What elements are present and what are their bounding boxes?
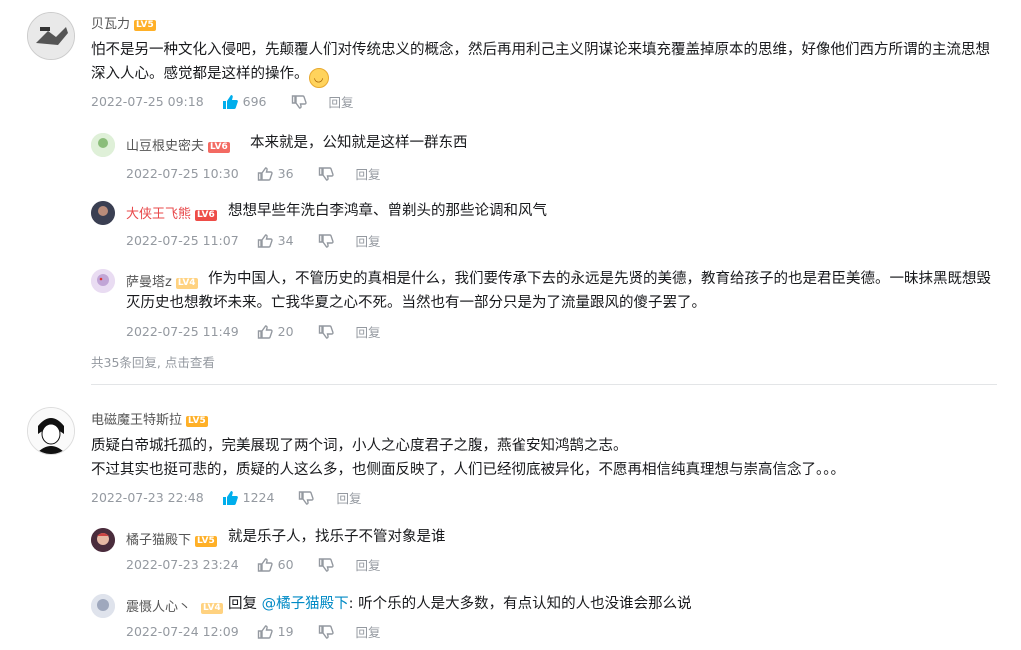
reply-meta: 2022-07-23 23:24 60 回复: [126, 555, 381, 574]
like-icon[interactable]: [257, 166, 273, 181]
username[interactable]: 贝瓦力 LV5: [91, 13, 156, 32]
username-text[interactable]: 电磁魔王特斯拉: [91, 413, 182, 428]
comment-meta: 2022-07-25 09:18 696 回复: [91, 92, 354, 111]
comment-line: 质疑白帝城托孤的，完美展现了两个词，小人之心度君子之腹，燕雀安知鸿鹄之志。: [91, 438, 628, 454]
reply-button[interactable]: 回复: [356, 555, 381, 574]
like-icon[interactable]: [257, 624, 273, 639]
timestamp: 2022-07-25 09:18: [91, 94, 204, 109]
avatar[interactable]: [27, 12, 75, 60]
dislike-icon[interactable]: [318, 624, 334, 639]
avatar[interactable]: [91, 594, 115, 618]
avatar[interactable]: [27, 407, 75, 455]
like-count: 696: [242, 94, 267, 109]
level-badge: LV5: [195, 536, 217, 547]
username[interactable]: 山豆根史密夫 LV6: [126, 135, 230, 154]
dislike-icon[interactable]: [318, 233, 334, 248]
level-badge: LV5: [134, 20, 156, 31]
comment-line: 不过其实也挺可悲的，质疑的人这么多，也侧面反映了，人们已经彻底被异化，不愿再相信…: [91, 462, 845, 478]
level-badge: LV6: [208, 142, 230, 153]
mention-link[interactable]: @橘子猫殿下: [262, 596, 349, 612]
like-icon[interactable]: [257, 233, 273, 248]
username-text[interactable]: 震慑人心丶: [126, 600, 191, 615]
avatar[interactable]: [91, 133, 115, 157]
timestamp: 2022-07-25 11:07: [126, 233, 239, 248]
username-text[interactable]: 橘子猫殿下: [126, 533, 191, 548]
emoji-icon: ◡: [308, 68, 329, 88]
dislike-icon[interactable]: [298, 490, 315, 505]
reply-meta: 2022-07-25 11:07 34 回复: [126, 231, 381, 250]
level-badge: LV6: [195, 210, 217, 221]
reply-button[interactable]: 回复: [356, 164, 381, 183]
comment-section: 贝瓦力 LV5 怕不是另一种文化入侵吧，先颠覆人们对传统忠义的概念，然后再用利己主…: [0, 0, 1021, 650]
like-count: 36: [277, 166, 294, 181]
username-text[interactable]: 山豆根史密夫: [126, 139, 204, 154]
comment-meta: 2022-07-23 22:48 1224 回复: [91, 488, 361, 507]
reply-button[interactable]: 回复: [329, 92, 354, 111]
timestamp: 2022-07-23 22:48: [91, 490, 204, 505]
comment-body: 怕不是另一种文化入侵吧，先颠覆人们对传统忠义的概念，然后再用利己主义阴谋论来填充…: [91, 42, 990, 82]
timestamp: 2022-07-24 12:09: [126, 624, 239, 639]
username[interactable]: 橘子猫殿下 LV5: [126, 529, 217, 548]
level-badge: LV5: [186, 416, 208, 427]
reply-meta: 2022-07-24 12:09 19 回复: [126, 622, 381, 641]
username[interactable]: 电磁魔王特斯拉 LV5: [91, 409, 208, 428]
reply-text: 作为中国人，不管历史的真相是什么，我们要传承下去的永远是先贤的美德，教育给孩子的…: [126, 271, 991, 311]
dislike-icon[interactable]: [291, 94, 307, 109]
like-icon[interactable]: [257, 557, 273, 572]
reply-meta: 2022-07-25 11:49 20 回复: [126, 322, 381, 341]
username[interactable]: 大侠王飞熊 LV6: [126, 203, 217, 222]
username[interactable]: 震慑人心丶 LV4: [126, 596, 223, 615]
like-count: 60: [277, 557, 294, 572]
reply-body: : 听个乐的人是大多数，有点认知的人也没谁会那么说: [348, 596, 692, 612]
reply-text: 想想早些年洗白李鸿章、曾剃头的那些论调和风气: [228, 203, 547, 219]
timestamp: 2022-07-25 10:30: [126, 166, 239, 181]
like-icon[interactable]: [222, 490, 238, 505]
dislike-icon[interactable]: [318, 557, 334, 572]
avatar[interactable]: [91, 528, 115, 552]
level-badge: LV4: [201, 603, 223, 614]
reply-meta: 2022-07-25 10:30 36 回复: [126, 164, 381, 183]
view-more-replies[interactable]: 共35条回复, 点击查看: [91, 352, 215, 371]
like-icon[interactable]: [222, 94, 238, 109]
like-count: 1224: [242, 490, 275, 505]
username-text[interactable]: 贝瓦力: [91, 17, 130, 32]
comment-text: 怕不是另一种文化入侵吧，先颠覆人们对传统忠义的概念，然后再用利己主义阴谋论来填充…: [91, 38, 1001, 88]
reply-button[interactable]: 回复: [336, 488, 361, 507]
like-count: 20: [277, 324, 294, 339]
comment-text: 质疑白帝城托孤的，完美展现了两个词，小人之心度君子之腹，燕雀安知鸿鹄之志。 不过…: [91, 434, 1001, 482]
reply-button[interactable]: 回复: [356, 231, 381, 250]
reply-prefix: 回复: [228, 596, 257, 612]
reply-text: 本来就是，公知就是这样一群东西: [250, 135, 468, 151]
avatar[interactable]: [91, 201, 115, 225]
username-text[interactable]: 大侠王飞熊: [126, 207, 191, 222]
like-icon[interactable]: [257, 324, 273, 339]
dislike-icon[interactable]: [318, 324, 334, 339]
like-count: 34: [277, 233, 294, 248]
reply-text: 回复 @橘子猫殿下: 听个乐的人是大多数，有点认知的人也没谁会那么说: [228, 592, 692, 616]
timestamp: 2022-07-23 23:24: [126, 557, 239, 572]
dislike-icon[interactable]: [318, 166, 334, 181]
reply-text: 就是乐子人，找乐子不管对象是谁: [228, 529, 446, 545]
reply-button[interactable]: 回复: [356, 322, 381, 341]
divider: [91, 384, 997, 385]
avatar[interactable]: [91, 269, 115, 293]
like-count: 19: [277, 624, 294, 639]
timestamp: 2022-07-25 11:49: [126, 324, 239, 339]
reply-button[interactable]: 回复: [356, 622, 381, 641]
